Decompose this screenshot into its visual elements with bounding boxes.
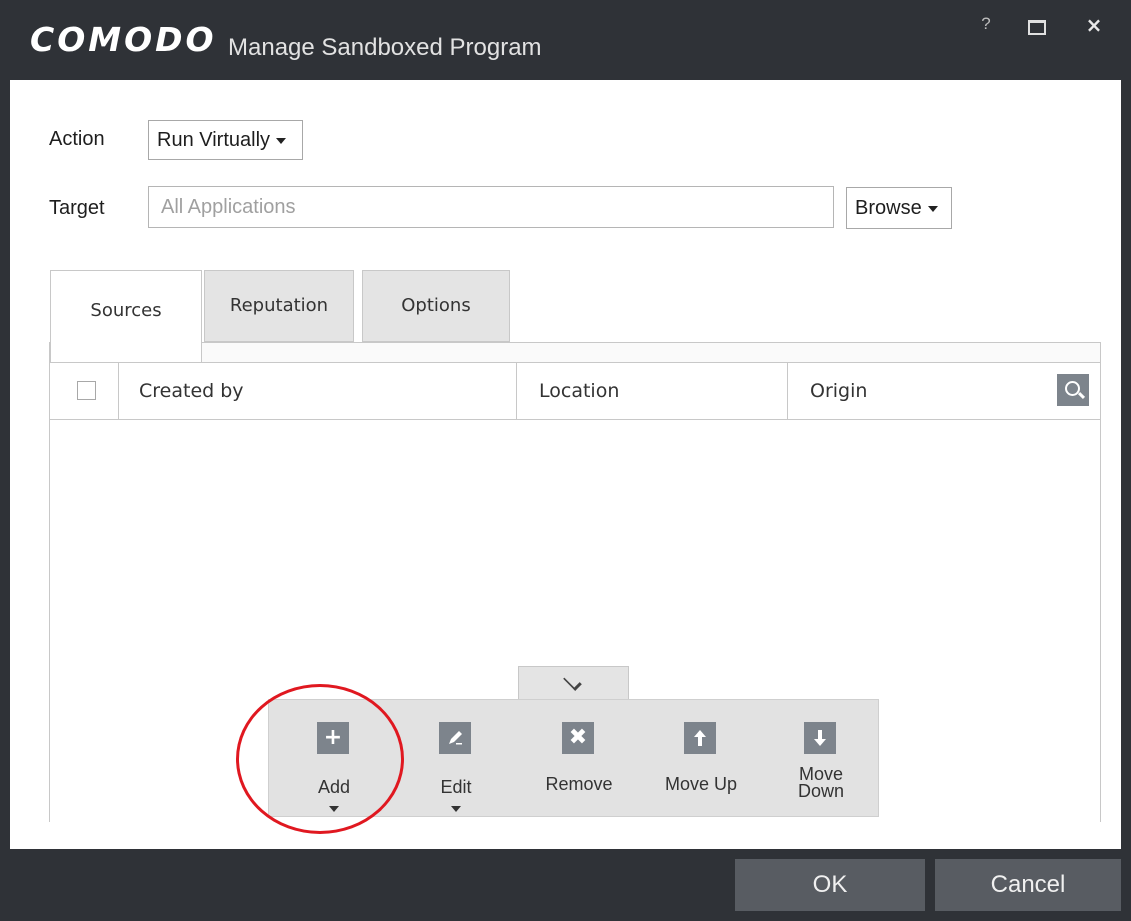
dialog-content: Action Run Virtually Target All Applicat… xyxy=(10,80,1121,849)
move-up-button[interactable]: Move Up xyxy=(646,700,756,818)
arrow-up-icon xyxy=(684,722,716,754)
action-label: Action xyxy=(49,128,105,150)
action-dropdown[interactable]: Run Virtually xyxy=(148,120,303,160)
maximize-icon xyxy=(1028,20,1046,35)
x-icon: ✖ xyxy=(562,722,594,754)
chevron-down-icon xyxy=(563,672,582,691)
close-button[interactable]: × xyxy=(1074,12,1114,42)
browse-label: Browse xyxy=(855,197,922,219)
edit-label: Edit xyxy=(440,777,472,797)
search-button[interactable] xyxy=(1057,374,1089,406)
pencil-icon xyxy=(439,722,471,754)
edit-button[interactable]: Edit xyxy=(401,700,511,818)
table-header: Created by Location Origin xyxy=(50,363,1100,420)
column-created-by[interactable]: Created by xyxy=(119,363,517,419)
tab-options[interactable]: Options xyxy=(362,270,510,342)
action-dropdown-value: Run Virtually xyxy=(157,129,271,151)
dialog-window: COMODO Manage Sandboxed Program ? × Acti… xyxy=(0,0,1131,921)
highlight-circle xyxy=(236,684,404,834)
cancel-button[interactable]: Cancel xyxy=(935,859,1121,911)
tab-reputation[interactable]: Reputation xyxy=(204,270,354,342)
move-down-button[interactable]: Move Down xyxy=(766,700,876,818)
move-up-label: Move Up xyxy=(664,774,738,794)
window-title: Manage Sandboxed Program xyxy=(228,34,542,61)
tab-sources[interactable]: Sources xyxy=(50,270,202,362)
move-down-label: Move Down xyxy=(797,764,845,801)
search-icon-handle xyxy=(1077,391,1086,400)
chevron-down-icon xyxy=(276,137,287,144)
chevron-down-icon xyxy=(927,205,938,212)
remove-label: Remove xyxy=(545,774,613,794)
toolbar-collapse-tab[interactable] xyxy=(518,666,629,700)
select-all-checkbox[interactable] xyxy=(77,381,96,400)
help-button[interactable]: ? xyxy=(966,12,1006,42)
chevron-down-icon xyxy=(451,806,461,812)
dialog-footer: OK Cancel xyxy=(0,849,1131,921)
title-bar: COMODO Manage Sandboxed Program ? × xyxy=(0,0,1131,80)
select-all-column xyxy=(50,363,119,419)
browse-button[interactable]: Browse xyxy=(846,187,952,229)
ok-button[interactable]: OK xyxy=(735,859,925,911)
remove-button[interactable]: ✖ Remove xyxy=(524,700,634,818)
maximize-button[interactable] xyxy=(1016,12,1056,42)
target-input[interactable]: All Applications xyxy=(148,186,834,228)
arrow-down-icon xyxy=(804,722,836,754)
column-location[interactable]: Location xyxy=(517,363,788,419)
target-label: Target xyxy=(49,197,105,219)
column-origin[interactable]: Origin xyxy=(788,363,1100,419)
comodo-logo: COMODO xyxy=(30,20,217,59)
